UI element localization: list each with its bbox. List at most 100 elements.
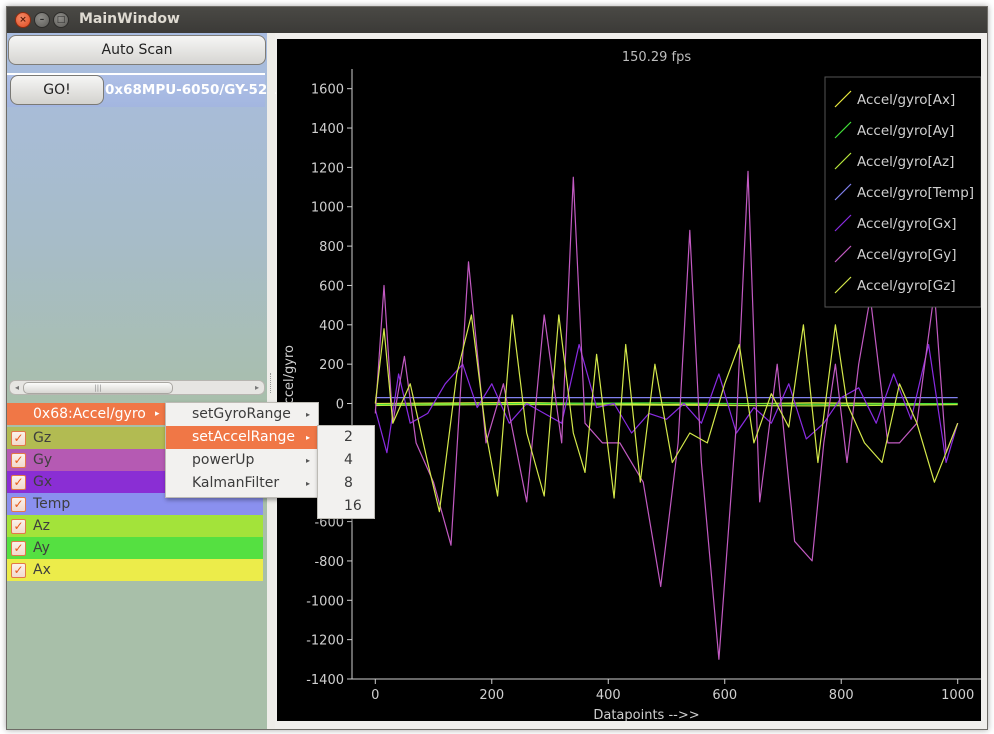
y-tick-label: 600	[319, 279, 344, 294]
channel-label: Ay	[33, 540, 50, 556]
minimize-icon: –	[39, 15, 45, 25]
y-tick-label: 1600	[311, 83, 344, 98]
horizontal-scrollbar[interactable]: ◂ ||| ▸	[9, 380, 265, 395]
x-tick-label: 800	[829, 688, 854, 703]
scroll-right-icon[interactable]: ▸	[252, 381, 262, 394]
scrollbar-thumb[interactable]: |||	[23, 382, 173, 394]
channel-label: Gx	[33, 474, 53, 490]
window-title: MainWindow	[79, 11, 180, 27]
channel-checkbox[interactable]: ✓	[11, 519, 26, 534]
option-label: 2	[344, 429, 353, 445]
accel-range-option-16[interactable]: 16	[318, 495, 374, 518]
y-tick-label: -1400	[306, 673, 344, 688]
checkmark-icon: ✓	[13, 431, 24, 445]
checkmark-icon: ✓	[13, 563, 24, 577]
title-bar: × – □ MainWindow	[7, 7, 987, 33]
y-tick-label: -1200	[306, 634, 344, 649]
splitter-grip-icon	[270, 373, 273, 393]
x-tick-label: 200	[479, 688, 504, 703]
channel-row-ax[interactable]: ✓ Ax	[7, 559, 263, 581]
channel-checkbox[interactable]: ✓	[11, 541, 26, 556]
accel-range-option-8[interactable]: 8	[318, 472, 374, 495]
legend-label: Accel/gyro[Gx]	[857, 216, 957, 232]
device-label: 0x68MPU-6050/GY-521	[105, 82, 277, 98]
close-icon: ×	[19, 15, 27, 25]
channel-label: Gy	[33, 452, 53, 468]
scroll-left-icon[interactable]: ◂	[12, 381, 22, 394]
maximize-window-button[interactable]: □	[53, 12, 69, 28]
accel-range-submenu: 2 4 8 16	[317, 425, 375, 519]
checkmark-icon: ✓	[13, 497, 24, 511]
menu-item-label: powerUp	[192, 452, 255, 468]
x-axis-label: Datapoints -->>	[593, 708, 699, 721]
option-label: 16	[344, 498, 362, 514]
series-line-2	[375, 403, 958, 407]
checkmark-icon: ✓	[13, 453, 24, 467]
channel-checkbox[interactable]: ✓	[11, 431, 26, 446]
x-tick-label: 1000	[941, 688, 974, 703]
minimize-window-button[interactable]: –	[34, 12, 50, 28]
checkmark-icon: ✓	[13, 541, 24, 555]
maximize-icon: □	[56, 15, 66, 25]
legend-label: Accel/gyro[Gz]	[857, 278, 956, 294]
channel-checkbox[interactable]: ✓	[11, 453, 26, 468]
x-tick-label: 0	[371, 688, 379, 703]
channel-label: Gz	[33, 430, 52, 446]
channel-checkbox[interactable]: ✓	[11, 475, 26, 490]
menu-item-setaccelrange[interactable]: setAccelRange ▸	[166, 426, 318, 449]
option-label: 4	[344, 452, 353, 468]
submenu-arrow-icon: ▸	[306, 479, 311, 488]
y-tick-label: -1000	[306, 594, 344, 609]
menu-item-powerup[interactable]: powerUp ▸	[166, 449, 318, 472]
menu-item-label: setAccelRange	[192, 429, 295, 445]
menu-item-kalmanfilter[interactable]: KalmanFilter ▸	[166, 472, 318, 495]
y-tick-label: 0	[336, 398, 344, 413]
channel-label: Az	[33, 518, 50, 534]
menu-item-label: KalmanFilter	[192, 475, 280, 491]
submenu-arrow-icon: ▸	[155, 409, 160, 419]
x-tick-label: 600	[712, 688, 737, 703]
legend-label: Accel/gyro[Temp]	[857, 185, 974, 201]
y-tick-label: 1400	[311, 122, 344, 137]
channel-checkbox[interactable]: ✓	[11, 497, 26, 512]
plot-area[interactable]: 150.29 fps 1600 1400 1200 1000 800 600 400 200 0 -…	[277, 39, 981, 721]
channel-row-ay[interactable]: ✓ Ay	[7, 537, 263, 559]
legend-label: Accel/gyro[Ax]	[857, 92, 955, 108]
splitter-handle[interactable]	[267, 33, 275, 729]
channel-label: Ax	[33, 562, 51, 578]
tree-node-accel-gyro[interactable]: 0x68:Accel/gyro ▸	[7, 403, 165, 425]
y-tick-label: 400	[319, 319, 344, 334]
legend-label: Accel/gyro[Ay]	[857, 123, 954, 139]
series-line-6	[374, 314, 959, 513]
left-panel: Auto Scan GO! 0x68MPU-6050/GY-521 ◂ ||| …	[7, 33, 277, 729]
submenu-arrow-icon: ▸	[306, 456, 311, 465]
channel-row-az[interactable]: ✓ Az	[7, 515, 263, 537]
main-window: × – □ MainWindow Auto Scan GO! 0x68MPU-6…	[6, 6, 988, 730]
context-menu: setGyroRange ▸ setAccelRange ▸ powerUp ▸ Kalma…	[165, 402, 319, 498]
submenu-arrow-icon: ▸	[306, 410, 311, 419]
checkmark-icon: ✓	[13, 475, 24, 489]
checkmark-icon: ✓	[13, 519, 24, 533]
submenu-arrow-icon: ▸	[306, 433, 311, 442]
y-tick-label: 1200	[311, 161, 344, 176]
y-tick-label: 800	[319, 240, 344, 255]
tree-node-label: 0x68:Accel/gyro	[33, 406, 146, 422]
menu-item-setgyrorange[interactable]: setGyroRange ▸	[166, 403, 318, 426]
x-tick-label: 400	[596, 688, 621, 703]
channel-checkbox[interactable]: ✓	[11, 563, 26, 578]
accel-range-option-2[interactable]: 2	[318, 426, 374, 449]
auto-scan-button[interactable]: Auto Scan	[8, 35, 266, 65]
chart-title: 150.29 fps	[622, 50, 691, 65]
legend-label: Accel/gyro[Gy]	[857, 247, 957, 263]
chart-svg: 150.29 fps 1600 1400 1200 1000 800 600 400 200 0 -…	[282, 50, 981, 721]
menu-item-label: setGyroRange	[192, 406, 291, 422]
go-button[interactable]: GO!	[10, 75, 104, 105]
close-window-button[interactable]: ×	[15, 12, 31, 28]
y-tick-label: 1000	[311, 201, 344, 216]
device-row: GO! 0x68MPU-6050/GY-521	[7, 73, 277, 107]
channel-label: Temp	[33, 496, 71, 512]
legend-label: Accel/gyro[Az]	[857, 154, 954, 170]
y-tick-label: 200	[319, 358, 344, 373]
option-label: 8	[344, 475, 353, 491]
accel-range-option-4[interactable]: 4	[318, 449, 374, 472]
